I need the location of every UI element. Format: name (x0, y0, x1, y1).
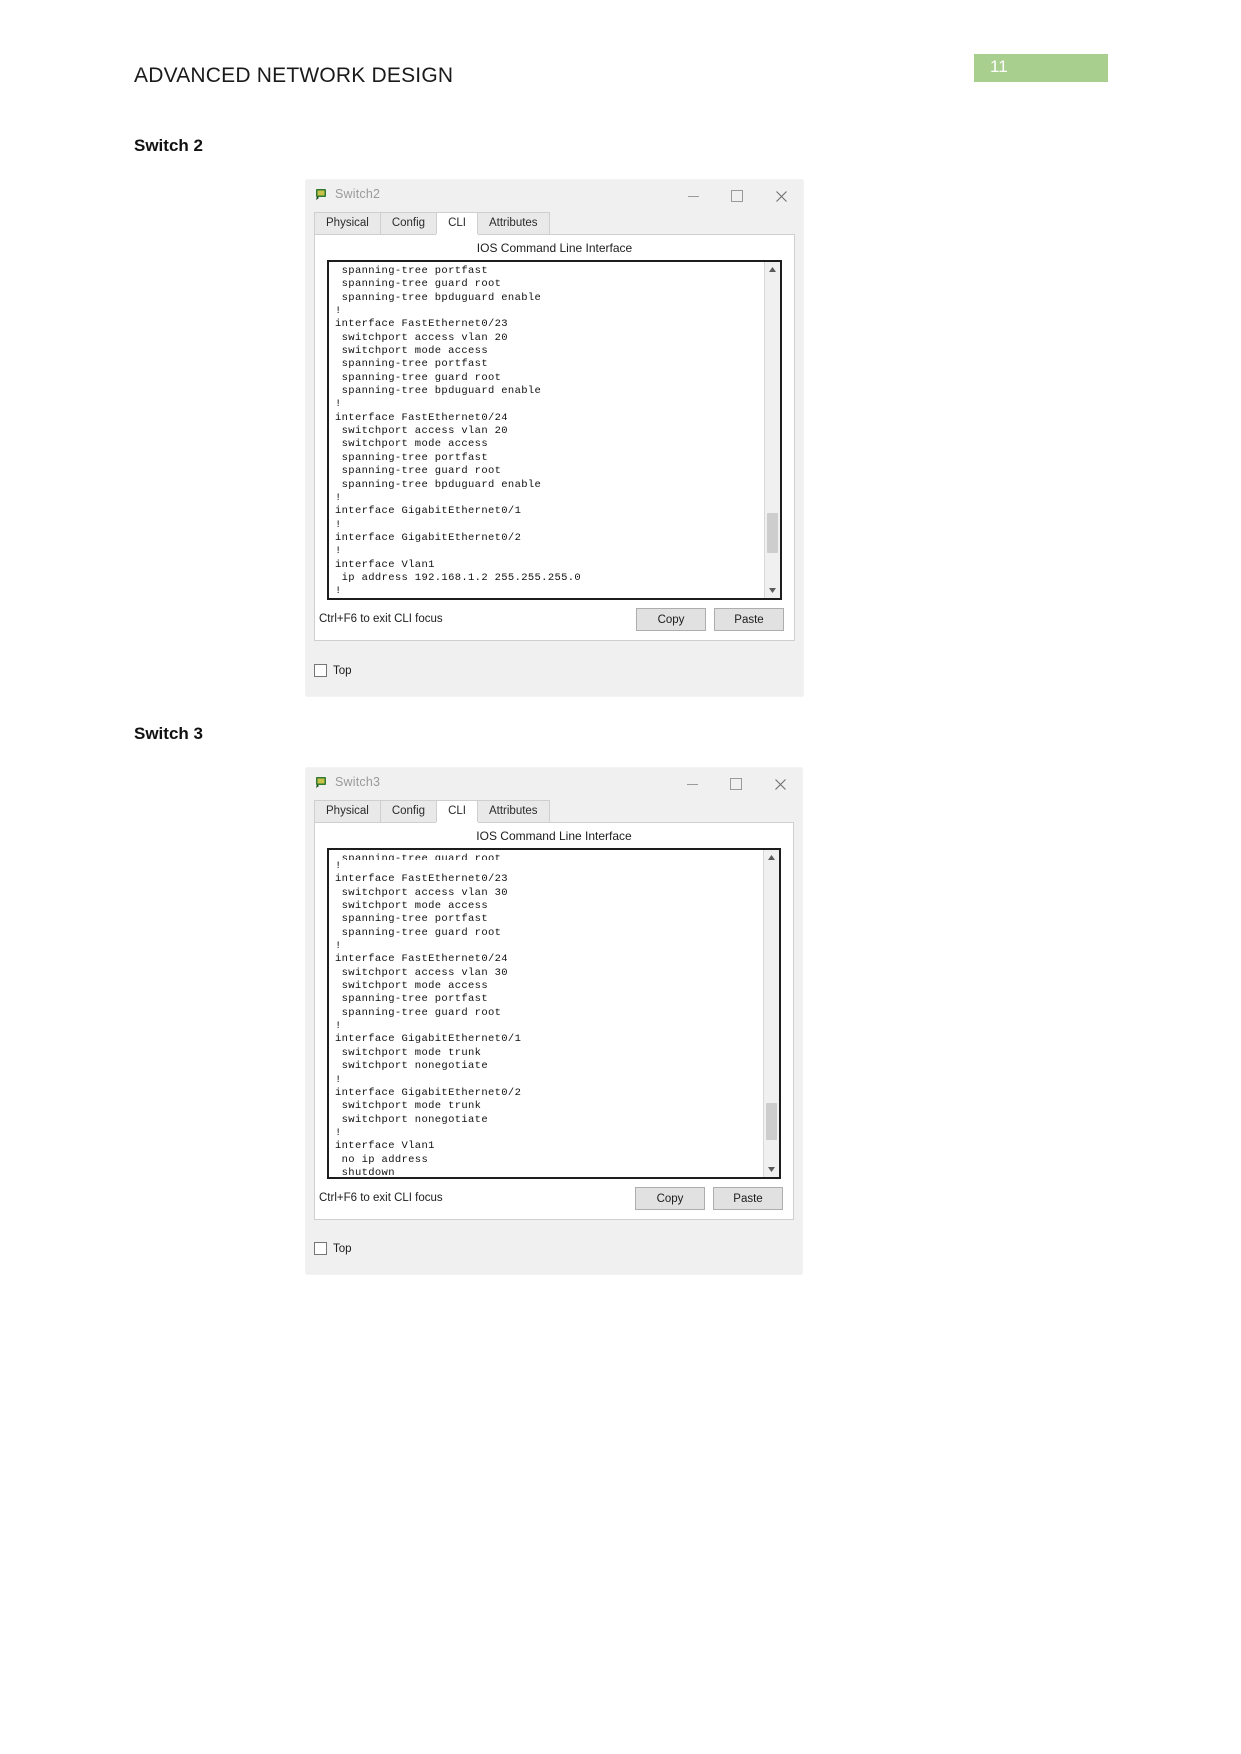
tab-physical[interactable]: Physical (314, 800, 381, 822)
cli-heading: IOS Command Line Interface (476, 829, 632, 843)
minimize-icon[interactable] (670, 769, 714, 799)
top-checkbox-label: Top (333, 664, 352, 677)
cli-panel: IOS Command Line Interface spanning-tree… (314, 823, 794, 1220)
cli-output-text: spanning-tree portfast spanning-tree gua… (335, 265, 582, 598)
titlebar-left-group: Switch3 (314, 775, 380, 789)
copy-button[interactable]: Copy (635, 1187, 705, 1210)
section-caption-switch-2: Switch 2 (134, 136, 203, 155)
close-icon[interactable] (759, 181, 803, 211)
window-title: Switch2 (335, 187, 381, 201)
paste-button[interactable]: Paste (714, 608, 784, 631)
tabstrip: Physical Config CLI Attributes (314, 800, 794, 823)
section-caption-switch-3: Switch 3 (134, 724, 203, 743)
cli-console[interactable]: spanning-tree portfast spanning-tree gua… (327, 260, 782, 600)
top-checkbox-label: Top (333, 1242, 352, 1255)
cli-scrollbar[interactable] (763, 850, 779, 1177)
tab-cli[interactable]: CLI (436, 212, 478, 234)
top-checkbox[interactable] (314, 1242, 327, 1255)
cli-button-row: Copy Paste (636, 608, 784, 631)
tab-config[interactable]: Config (379, 212, 438, 234)
packet-tracer-device-icon (314, 187, 328, 201)
paste-button[interactable]: Paste (713, 1187, 783, 1210)
maximize-icon[interactable] (714, 769, 758, 799)
cli-footer: Ctrl+F6 to exit CLI focus Copy Paste (315, 1179, 793, 1219)
cli-output-text: spanning-tree guard root! interface Fast… (335, 853, 522, 1179)
packet-tracer-device-icon (314, 775, 328, 789)
tab-config[interactable]: Config (379, 800, 438, 822)
tab-physical[interactable]: Physical (314, 212, 381, 234)
minimize-icon[interactable] (671, 181, 715, 211)
cli-scrollbar[interactable] (764, 262, 780, 598)
scroll-up-arrow-icon[interactable] (765, 262, 780, 277)
titlebar-left-group: Switch2 (314, 187, 380, 201)
cli-heading: IOS Command Line Interface (476, 241, 633, 255)
scroll-up-arrow-icon[interactable] (764, 850, 779, 865)
document-header-title: ADVANCED NETWORK DESIGN (134, 64, 454, 87)
window-bottom-strip: Top (306, 656, 803, 696)
cli-focus-hint: Ctrl+F6 to exit CLI focus (319, 1192, 443, 1204)
window-controls (670, 768, 802, 800)
top-checkbox[interactable] (314, 664, 327, 677)
document-header: ADVANCED NETWORK DESIGN 11 (0, 0, 1241, 120)
cli-console[interactable]: spanning-tree guard root! interface Fast… (327, 848, 781, 1179)
tab-attributes[interactable]: Attributes (476, 800, 550, 822)
top-checkbox-row[interactable]: Top (314, 1242, 352, 1255)
maximize-icon[interactable] (715, 181, 759, 211)
window-controls (671, 180, 803, 212)
cli-panel: IOS Command Line Interface spanning-tree… (314, 235, 795, 641)
window-titlebar: Switch2 (306, 180, 803, 212)
tab-attributes[interactable]: Attributes (476, 212, 550, 234)
page-number-text: 11 (990, 57, 1008, 76)
copy-button[interactable]: Copy (636, 608, 706, 631)
scroll-down-arrow-icon[interactable] (765, 583, 780, 598)
window-titlebar: Switch3 (306, 768, 802, 800)
scroll-down-arrow-icon[interactable] (764, 1162, 779, 1177)
packet-tracer-window-switch3: Switch3 Physical Config CLI Attributes I… (306, 768, 802, 1274)
tabstrip: Physical Config CLI Attributes (314, 212, 795, 235)
cli-focus-hint: Ctrl+F6 to exit CLI focus (319, 613, 443, 625)
top-checkbox-row[interactable]: Top (314, 664, 352, 677)
page-number-badge: 11 (974, 54, 1108, 82)
window-title: Switch3 (335, 775, 381, 789)
cli-scrollbar-thumb[interactable] (766, 1103, 777, 1140)
packet-tracer-window-switch2: Switch2 Physical Config CLI Attributes I… (306, 180, 803, 696)
window-bottom-strip: Top (306, 1234, 802, 1274)
cli-footer: Ctrl+F6 to exit CLI focus Copy Paste (315, 600, 794, 640)
cli-button-row: Copy Paste (635, 1187, 783, 1210)
tab-cli[interactable]: CLI (436, 800, 478, 822)
close-icon[interactable] (758, 769, 802, 799)
cli-scrollbar-thumb[interactable] (767, 513, 778, 553)
